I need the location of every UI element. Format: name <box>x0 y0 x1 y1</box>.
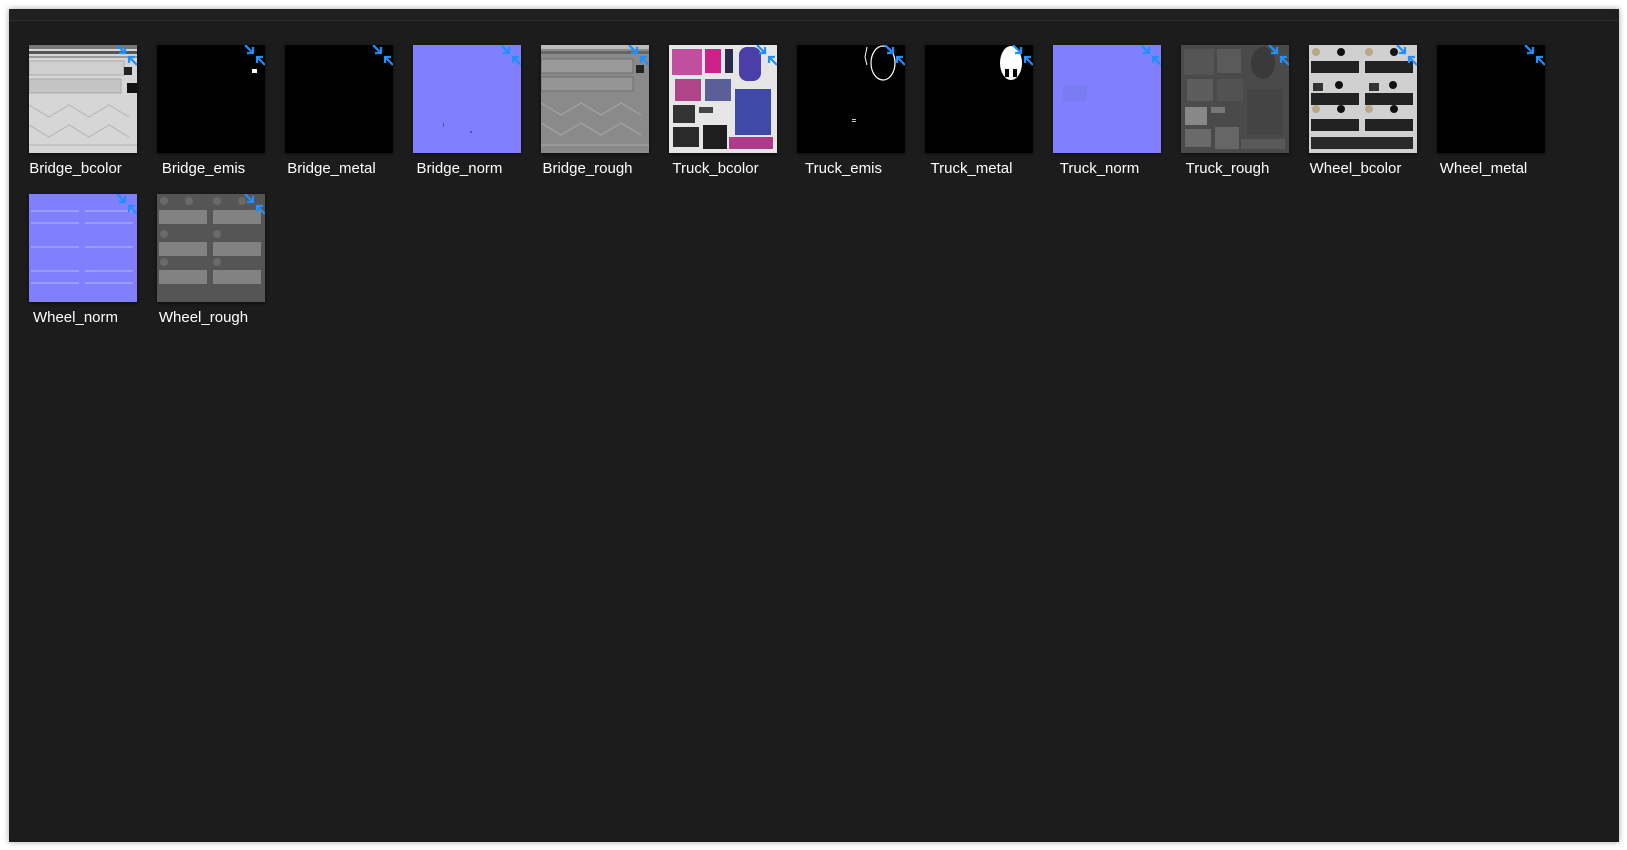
file-name-label: Wheel_metal <box>1439 160 1528 177</box>
file-name-label: Truck_bcolor <box>672 160 759 177</box>
texture-thumbnail <box>1309 45 1417 153</box>
file-name-label: Truck_norm <box>1059 160 1140 177</box>
file-name-label: Truck_emis <box>805 160 882 177</box>
compressed-arrows-icon <box>372 45 393 66</box>
compressed-arrows-icon <box>244 194 265 215</box>
file-item-truck-emis[interactable]: Truck_emis <box>777 17 910 177</box>
file-item-wheel-rough[interactable]: Wheel_rough <box>137 166 270 326</box>
file-item-wheel-metal[interactable]: Wheel_metal <box>1417 17 1550 177</box>
file-item-bridge-norm[interactable]: Bridge_norm <box>393 17 526 177</box>
compressed-arrows-icon <box>1140 45 1161 66</box>
compressed-arrows-icon <box>500 45 521 66</box>
compressed-arrows-icon <box>1396 45 1417 66</box>
file-item-bridge-bcolor[interactable]: Bridge_bcolor <box>9 17 142 177</box>
texture-thumbnail <box>157 45 265 153</box>
file-explorer-window: Bridge_bcolor Bridge_emis Bridge_metal B… <box>9 9 1619 842</box>
file-item-wheel-norm[interactable]: Wheel_norm <box>9 166 142 326</box>
texture-thumbnail <box>1053 45 1161 153</box>
file-name-label: Wheel_norm <box>32 309 119 326</box>
file-item-bridge-emis[interactable]: Bridge_emis <box>137 17 270 177</box>
file-name-label: Wheel_bcolor <box>1309 160 1402 177</box>
file-name-label: Bridge_norm <box>416 160 503 177</box>
compressed-arrows-icon <box>1268 45 1289 66</box>
texture-thumbnail <box>925 45 1033 153</box>
compressed-arrows-icon <box>116 194 137 215</box>
file-name-label: Truck_metal <box>930 160 1013 177</box>
texture-thumbnail <box>29 194 137 302</box>
file-name-label: Bridge_metal <box>287 160 376 177</box>
compressed-arrows-icon <box>756 45 777 66</box>
texture-thumbnail <box>285 45 393 153</box>
compressed-arrows-icon <box>1524 45 1545 66</box>
file-item-bridge-rough[interactable]: Bridge_rough <box>521 17 654 177</box>
file-name-label: Truck_rough <box>1185 160 1270 177</box>
texture-thumbnail <box>1437 45 1545 153</box>
file-name-label: Bridge_rough <box>542 160 633 177</box>
file-item-bridge-metal[interactable]: Bridge_metal <box>265 17 398 177</box>
file-grid: Bridge_bcolor Bridge_emis Bridge_metal B… <box>9 9 1619 842</box>
texture-thumbnail <box>1181 45 1289 153</box>
file-item-wheel-bcolor[interactable]: Wheel_bcolor <box>1289 17 1422 177</box>
texture-thumbnail <box>541 45 649 153</box>
texture-thumbnail <box>669 45 777 153</box>
compressed-arrows-icon <box>1012 45 1033 66</box>
file-item-truck-rough[interactable]: Truck_rough <box>1161 17 1294 177</box>
compressed-arrows-icon <box>628 45 649 66</box>
compressed-arrows-icon <box>116 45 137 66</box>
texture-thumbnail <box>29 45 137 153</box>
compressed-arrows-icon <box>884 45 905 66</box>
texture-thumbnail <box>413 45 521 153</box>
file-name-label: Wheel_rough <box>158 309 249 326</box>
file-item-truck-metal[interactable]: Truck_metal <box>905 17 1038 177</box>
file-item-truck-norm[interactable]: Truck_norm <box>1033 17 1166 177</box>
texture-thumbnail <box>157 194 265 302</box>
texture-thumbnail <box>797 45 905 153</box>
file-item-truck-bcolor[interactable]: Truck_bcolor <box>649 17 782 177</box>
compressed-arrows-icon <box>244 45 265 66</box>
